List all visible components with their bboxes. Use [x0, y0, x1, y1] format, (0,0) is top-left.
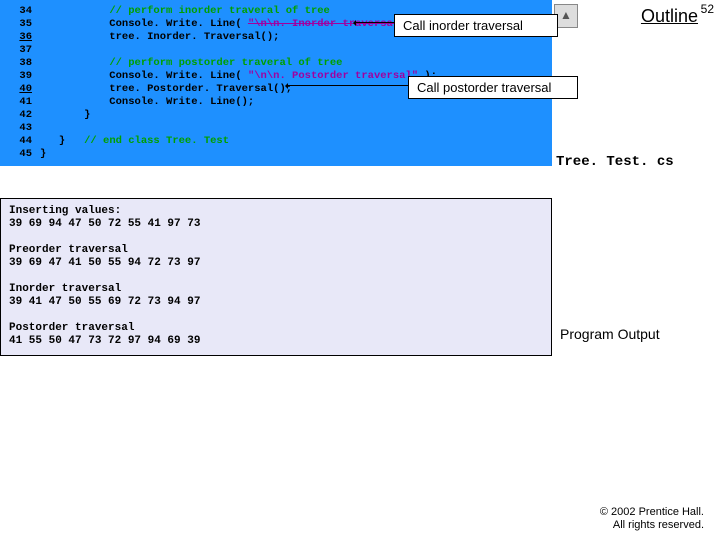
callout-postorder: Call postorder traversal	[408, 76, 578, 99]
arrow-icon	[356, 22, 394, 23]
program-output-label: Program Output	[560, 326, 660, 342]
file-name-label: Tree. Test. cs	[556, 154, 674, 170]
program-output-panel: Inserting values: 39 69 94 47 50 72 55 4…	[0, 198, 552, 356]
slide-number: 52	[701, 2, 714, 16]
arrow-icon	[288, 85, 408, 86]
copyright-footer: © 2002 Prentice Hall. All rights reserve…	[600, 506, 704, 532]
callout-inorder: Call inorder traversal	[394, 14, 558, 37]
outline-title: Outline	[641, 6, 698, 27]
